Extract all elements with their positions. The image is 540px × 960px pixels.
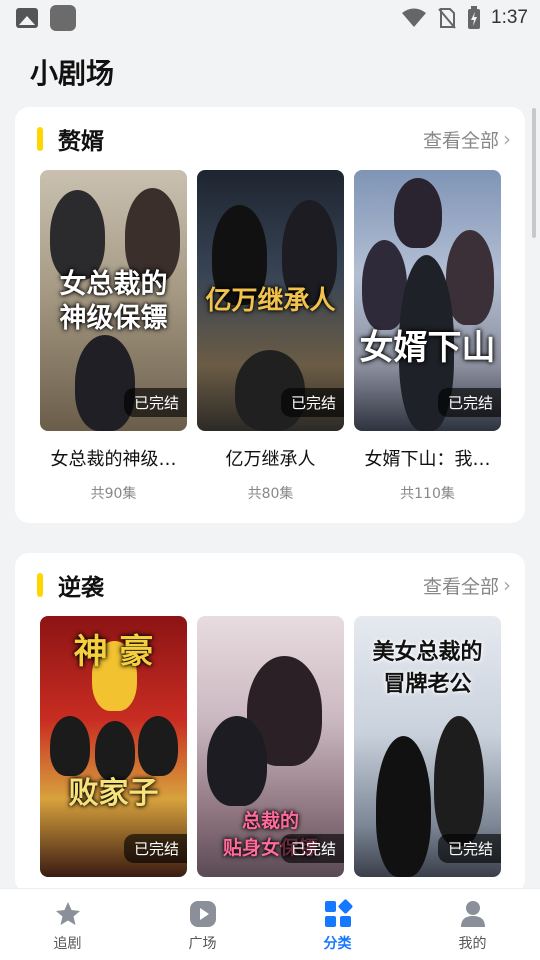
see-all-button[interactable]: 查看全部 › [423,572,511,599]
status-badge: 已完结 [123,834,187,863]
episode-count: 共80集 [247,486,294,502]
chevron-right-icon: › [503,127,511,151]
drama-poster[interactable]: 神 豪 败家子 已完结 [40,616,187,877]
drama-row: 神 豪 败家子 已完结 总裁的 贴身女保镖 已完结 美女总裁的 冒牌老公 已完结 [40,616,501,877]
tab-fenlei[interactable]: 分类 [270,889,405,960]
poster-title-text: 女婿下山 [359,328,496,368]
drama-item[interactable]: 美女总裁的 冒牌老公 已完结 [354,616,501,877]
drama-poster[interactable]: 亿万继承人 已完结 [197,170,344,431]
drama-title: 亿万继承人 [225,449,316,470]
section-title: 逆袭 [58,575,104,601]
play-icon [188,899,218,929]
tab-wode[interactable]: 我的 [405,889,540,960]
tab-guangchang[interactable]: 广场 [135,889,270,960]
battery-icon [468,6,481,29]
star-icon [53,899,83,929]
see-all-label: 查看全部 [422,129,499,152]
tab-label: 我的 [458,936,487,952]
status-badge: 已完结 [280,388,344,417]
drama-item[interactable]: 亿万继承人 已完结 亿万继承人 共80集 [197,170,344,503]
status-badge: 已完结 [123,388,187,417]
section-header: 逆袭 查看全部 › [15,553,525,617]
drama-poster[interactable]: 女婿下山 已完结 [354,170,501,431]
see-all-button[interactable]: 查看全部 › [423,126,511,153]
status-time: 1:37 [491,7,528,28]
drama-row: 女总裁的 神级保镖 已完结 女总裁的神级… 共90集 亿万继承人 已完结 亿万继承… [40,170,501,503]
tab-zhuiju[interactable]: 追剧 [0,889,135,960]
poster-title-text: 美女总裁的 冒牌老公 [372,640,483,697]
chevron-right-icon: › [503,573,511,597]
status-bar: 1:37 [0,0,540,36]
section-accent-bar [37,573,43,597]
drama-item[interactable]: 神 豪 败家子 已完结 [40,616,187,877]
category-icon [323,899,353,929]
tab-label: 广场 [188,936,217,952]
section-accent-bar [37,127,43,151]
scrollbar[interactable] [532,108,536,238]
drama-poster[interactable]: 美女总裁的 冒牌老公 已完结 [354,616,501,877]
drama-item[interactable]: 总裁的 贴身女保镖 已完结 [197,616,344,877]
tab-label: 分类 [323,936,352,952]
section-card-zhuixu: 赘婿 查看全部 › 女总裁的 神级保镖 已完结 女总裁的神级… 共90集 亿万继承… [15,107,525,523]
status-badge: 已完结 [437,388,501,417]
bottom-tab-bar: 追剧 广场 分类 我的 [0,888,540,960]
episode-count: 共90集 [90,486,137,502]
no-sim-icon [438,8,456,29]
drama-poster[interactable]: 女总裁的 神级保镖 已完结 [40,170,187,431]
drama-poster[interactable]: 总裁的 贴身女保镖 已完结 [197,616,344,877]
drama-item[interactable]: 女婿下山 已完结 女婿下山：我… 共110集 [354,170,501,503]
poster-title-text: 亿万继承人 [205,286,336,316]
status-badge: 已完结 [437,834,501,863]
drama-title: 女婿下山：我… [364,449,491,470]
status-badge: 已完结 [280,834,344,863]
episode-count: 共110集 [400,486,455,502]
section-title: 赘婿 [58,129,104,155]
app-notification-icon [50,5,76,31]
poster-title-text: 女总裁的 神级保镖 [59,269,168,334]
wifi-icon [402,8,427,27]
section-card-nixi: 逆袭 查看全部 › 神 豪 败家子 已完结 总裁的 贴身女保镖 已完结 美女总裁… [15,553,525,893]
drama-title: 女总裁的神级… [50,449,177,470]
drama-item[interactable]: 女总裁的 神级保镖 已完结 女总裁的神级… 共90集 [40,170,187,503]
image-notification-icon [16,8,38,28]
page-title: 小剧场 [30,57,115,90]
see-all-label: 查看全部 [422,575,499,598]
poster-subtitle-text: 败家子 [68,776,159,811]
poster-title-text: 神 豪 [73,632,154,672]
person-icon [458,899,488,929]
section-header: 赘婿 查看全部 › [15,107,525,171]
tab-label: 追剧 [53,936,82,952]
